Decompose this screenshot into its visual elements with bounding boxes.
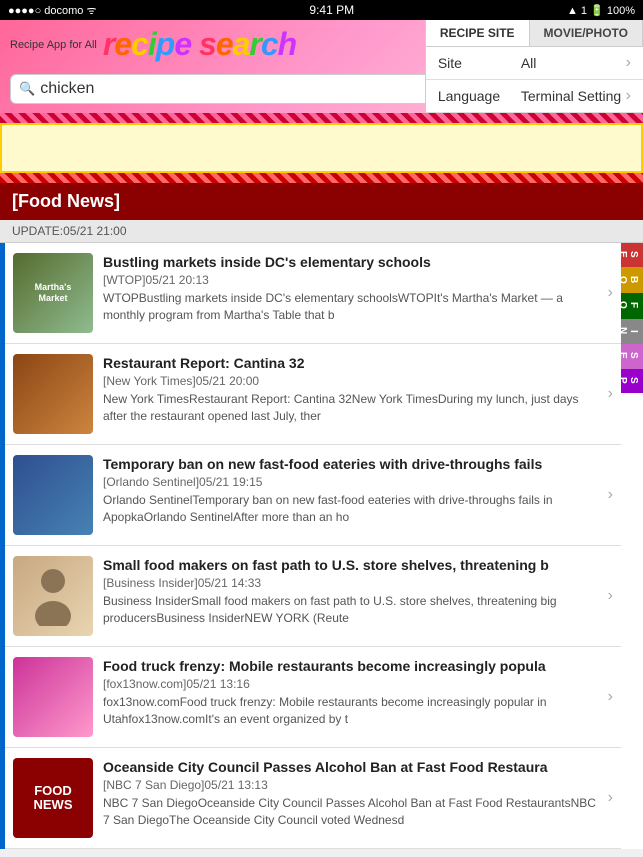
status-bar: ●●●●○ docomo ᯤ 9:41 PM ▲ 1 🔋 100% <box>0 0 643 20</box>
news-meta: [WTOP]05/21 20:13 <box>103 273 598 287</box>
site-label: Site <box>438 55 513 71</box>
news-snippet: fox13now.comFood truck frenzy: Mobile re… <box>103 694 598 728</box>
news-title: Temporary ban on new fast-food eateries … <box>103 455 598 473</box>
news-item[interactable]: Restaurant Report: Cantina 32 [New York … <box>5 344 621 445</box>
tab-movie-photo[interactable]: MOVIE/PHOTO <box>530 20 643 46</box>
news-snippet: New York TimesRestaurant Report: Cantina… <box>103 391 598 425</box>
news-arrow-icon: › <box>608 789 613 807</box>
news-item-text: Food truck frenzy: Mobile restaurants be… <box>103 657 598 728</box>
news-title: Small food makers on fast path to U.S. s… <box>103 556 598 574</box>
news-arrow-icon: › <box>608 486 613 504</box>
red-check-divider <box>0 173 643 183</box>
news-snippet: WTOPBustling markets inside DC's element… <box>103 290 598 324</box>
language-value: Terminal Setting <box>513 88 626 104</box>
news-arrow-icon: › <box>608 587 613 605</box>
news-thumbnail: Martha'sMarket <box>13 253 93 333</box>
news-meta: [New York Times]05/21 20:00 <box>103 374 598 388</box>
news-thumbnail <box>13 556 93 636</box>
app-for-all-label: Recipe App for All <box>10 39 97 51</box>
carrier-signal: ●●●●○ docomo ᯤ <box>8 3 97 18</box>
news-item[interactable]: Food truck frenzy: Mobile restaurants be… <box>5 647 621 748</box>
news-thumbnail <box>13 657 93 737</box>
site-chevron-icon: › <box>626 54 631 72</box>
time: 9:41 PM <box>309 3 354 17</box>
side-tab-special[interactable]: SPECIAL <box>621 369 643 393</box>
food-news-title: [Food News] <box>12 191 120 211</box>
tab-recipe-site[interactable]: RECIPE SITE <box>426 20 530 46</box>
side-tab-setting[interactable]: SETTING <box>621 344 643 369</box>
news-item-text: Restaurant Report: Cantina 32 [New York … <box>103 354 598 425</box>
news-arrow-icon: › <box>608 688 613 706</box>
news-meta: [Business Insider]05/21 14:33 <box>103 576 598 590</box>
news-item[interactable]: Small food makers on fast path to U.S. s… <box>5 546 621 647</box>
language-setting-row[interactable]: Language Terminal Setting › <box>426 80 643 113</box>
news-thumbnail <box>13 354 93 434</box>
header: Recipe App for All recipe search RECIPE … <box>0 20 643 113</box>
food-news-update: UPDATE:05/21 21:00 <box>0 220 643 243</box>
side-tab-foodnews[interactable]: FOODNEWS <box>621 293 643 319</box>
news-title: Bustling markets inside DC's elementary … <box>103 253 598 271</box>
news-item-text: Bustling markets inside DC's elementary … <box>103 253 598 324</box>
news-item-text: Temporary ban on new fast-food eateries … <box>103 455 598 526</box>
tab-overlay: RECIPE SITE MOVIE/PHOTO Site All › Langu… <box>425 20 643 113</box>
language-chevron-icon: › <box>626 87 631 105</box>
news-snippet: Orlando SentinelTemporary ban on new fas… <box>103 492 598 526</box>
news-title: Restaurant Report: Cantina 32 <box>103 354 598 372</box>
side-tab-search[interactable]: SEARCH <box>621 243 643 267</box>
tab-row: RECIPE SITE MOVIE/PHOTO <box>426 20 643 47</box>
news-thumbnail: FOODNEWS <box>13 758 93 838</box>
yellow-input-area[interactable] <box>0 123 643 173</box>
search-small-icon: 🔍 <box>19 81 35 97</box>
news-title: Oceanside City Council Passes Alcohol Ba… <box>103 758 598 776</box>
app-title: recipe search <box>103 26 296 63</box>
news-snippet: Business InsiderSmall food makers on fas… <box>103 593 598 627</box>
food-news-header: [Food News] <box>0 183 643 220</box>
news-item-text: Small food makers on fast path to U.S. s… <box>103 556 598 627</box>
news-snippet: NBC 7 San DiegoOceanside City Council Pa… <box>103 795 598 829</box>
pattern-divider <box>0 113 643 123</box>
news-meta: [Orlando Sentinel]05/21 19:15 <box>103 475 598 489</box>
news-title: Food truck frenzy: Mobile restaurants be… <box>103 657 598 675</box>
side-nav: SEARCH BOOKMARK FOODNEWS INFO SETTING SP… <box>621 243 643 849</box>
news-thumbnail <box>13 455 93 535</box>
news-list: Martha'sMarket Bustling markets inside D… <box>5 243 643 849</box>
news-item[interactable]: FOODNEWS Oceanside City Council Passes A… <box>5 748 621 849</box>
news-arrow-icon: › <box>608 284 613 302</box>
language-label: Language <box>438 88 513 104</box>
site-value: All <box>513 55 626 71</box>
main-content: Martha'sMarket Bustling markets inside D… <box>0 243 643 849</box>
news-meta: [NBC 7 San Diego]05/21 13:13 <box>103 778 598 792</box>
header-top: Recipe App for All recipe search RECIPE … <box>10 26 633 63</box>
side-tab-info[interactable]: INFO <box>621 319 643 344</box>
site-setting-row[interactable]: Site All › <box>426 47 643 80</box>
side-tab-bookmark[interactable]: BOOKMARK <box>621 267 643 292</box>
news-item-text: Oceanside City Council Passes Alcohol Ba… <box>103 758 598 829</box>
news-meta: [fox13now.com]05/21 13:16 <box>103 677 598 691</box>
news-item[interactable]: Martha'sMarket Bustling markets inside D… <box>5 243 621 344</box>
news-arrow-icon: › <box>608 385 613 403</box>
battery-status: ▲ 1 🔋 100% <box>567 4 635 17</box>
news-item[interactable]: Temporary ban on new fast-food eateries … <box>5 445 621 546</box>
